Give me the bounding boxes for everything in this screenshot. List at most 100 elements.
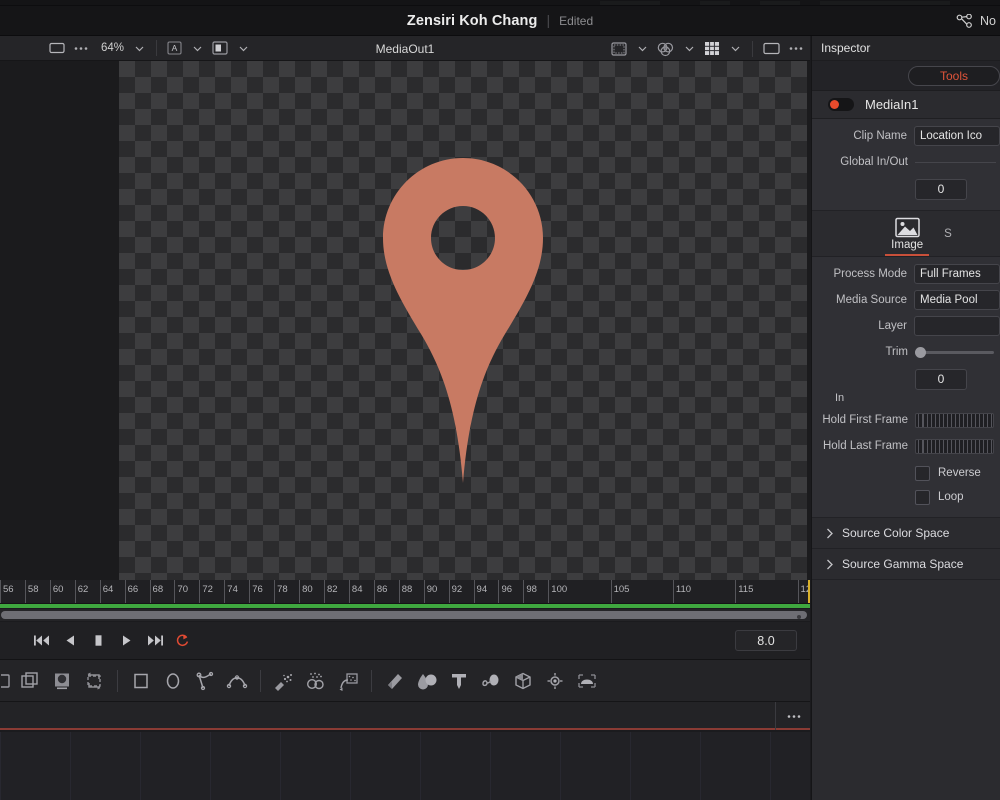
viewer-frame-icon[interactable] <box>46 38 68 58</box>
ruler-tick: 105 <box>610 580 629 603</box>
tab-tools-label: Tools <box>939 68 968 83</box>
skip-to-end-icon[interactable] <box>145 632 163 650</box>
inspector-node-row[interactable]: MediaIn1 <box>812 91 1000 119</box>
chevron-right-icon <box>826 528 834 539</box>
time-ruler[interactable]: 56 58 60 62 64 66 68 70 72 74 76 78 80 82 84 86 88 90 92 94… <box>0 580 810 604</box>
matte-control-icon[interactable] <box>46 664 78 698</box>
global-inout-range-track[interactable] <box>915 161 996 163</box>
loop-icon[interactable] <box>173 632 191 650</box>
grid-chevron-down-icon[interactable] <box>725 39 745 59</box>
rectangle-mask-icon[interactable] <box>125 664 157 698</box>
clip-name-row: Clip Name Location Ico <box>812 125 1000 147</box>
transport-controls: 8.0 <box>0 622 810 660</box>
stop-icon[interactable] <box>89 632 107 650</box>
timeline-horizontal-scrollbar[interactable] <box>0 609 810 621</box>
scrollbar-thumb[interactable] <box>1 611 807 619</box>
ruler-end-marker[interactable] <box>808 580 810 603</box>
color-corrector-icon[interactable] <box>411 664 443 698</box>
viewer-toolbar: 64% A MediaOut1 <box>0 36 810 61</box>
channel-selector-icon[interactable]: A <box>164 38 185 58</box>
current-time-field[interactable]: 8.0 <box>735 630 797 651</box>
tab-settings[interactable]: S <box>944 228 952 256</box>
lut-chevron-down-icon[interactable] <box>233 38 253 58</box>
clip-name-field[interactable]: Location Ico <box>914 126 1000 146</box>
viewer-overflow-menu-icon[interactable] <box>70 38 92 58</box>
ruler-tick-label: 92 <box>451 584 463 595</box>
fusion-tools-strip <box>0 660 810 702</box>
clip-name-label: Clip Name <box>853 130 907 142</box>
transform-icon[interactable] <box>78 664 110 698</box>
shape3d-icon[interactable] <box>507 664 539 698</box>
process-mode-dropdown[interactable]: Full Frames <box>914 264 1000 284</box>
renderer3d-icon[interactable] <box>571 664 603 698</box>
media-source-dropdown[interactable]: Media Pool <box>914 290 1000 310</box>
loop-checkbox[interactable] <box>915 489 930 505</box>
trim-in-field[interactable]: 0 <box>915 368 967 390</box>
global-inout-row: Global In/Out <box>812 151 1000 173</box>
particle-emitter-icon[interactable] <box>300 664 332 698</box>
trim-slider[interactable] <box>915 346 994 358</box>
ruler-tick-label: 98 <box>526 584 537 595</box>
section-source-color-space[interactable]: Source Color Space <box>812 518 1000 549</box>
bspline-mask-icon[interactable] <box>221 664 253 698</box>
grid-icon[interactable] <box>701 39 723 59</box>
viewer-frame-icon-right[interactable] <box>760 39 783 59</box>
inspector-header: Inspector <box>812 36 1000 61</box>
nodes-icon[interactable] <box>956 13 973 29</box>
ruler-tick: 110 <box>672 580 691 603</box>
ruler-tick: 58 <box>24 580 39 603</box>
viewer-overflow-menu-icon-right[interactable] <box>785 39 807 59</box>
ellipse-mask-icon[interactable] <box>157 664 189 698</box>
ruler-tick: 62 <box>74 580 88 603</box>
tab-tools[interactable]: Tools <box>908 65 1000 86</box>
ruler-tick-label: 70 <box>177 584 189 595</box>
colorwheels-chevron-down-icon[interactable] <box>679 39 699 59</box>
viewer-lut-icon[interactable] <box>209 38 231 58</box>
subview-chevron-down-icon[interactable] <box>632 39 652 59</box>
ruler-tick: 82 <box>324 580 338 603</box>
media-source-label: Media Source <box>836 294 907 306</box>
light-icon[interactable] <box>539 664 571 698</box>
toolbar-divider <box>156 40 158 56</box>
fusion-page: Zensiri Koh Chang | Edited No 64% A Medi… <box>0 0 1000 800</box>
node-graph-overflow-menu-icon[interactable] <box>775 702 802 730</box>
merge-icon[interactable] <box>14 664 46 698</box>
skip-to-start-icon[interactable] <box>33 632 51 650</box>
node-graph-canvas[interactable] <box>0 732 810 800</box>
chevron-right-icon-2 <box>826 559 834 570</box>
reverse-row: Reverse <box>812 461 1000 485</box>
viewer-zoom-level[interactable]: 64% <box>94 42 127 54</box>
play-icon[interactable] <box>117 632 135 650</box>
viewer-area[interactable] <box>0 61 810 580</box>
ruler-tick-label: 64 <box>102 584 114 595</box>
layer-dropdown[interactable] <box>914 316 1000 336</box>
tab-image[interactable]: Image <box>880 217 934 256</box>
subview-icon[interactable] <box>608 39 630 59</box>
ruler-tick-label: 66 <box>127 584 139 595</box>
paint-icon[interactable] <box>268 664 300 698</box>
step-backward-icon[interactable] <box>61 632 79 650</box>
tracker-icon[interactable] <box>475 664 507 698</box>
hold-first-frame-thumbwheel[interactable] <box>915 412 994 428</box>
process-mode-row: Process Mode Full Frames <box>812 263 1000 285</box>
reverse-checkbox[interactable] <box>915 465 930 481</box>
channel-chevron-down-icon[interactable] <box>187 38 207 58</box>
polygon-mask-icon[interactable] <box>189 664 221 698</box>
node-enable-toggle[interactable] <box>828 98 854 111</box>
hold-last-frame-thumbwheel[interactable] <box>915 438 994 454</box>
color-wheels-icon[interactable] <box>654 39 677 59</box>
text-plus-icon[interactable] <box>443 664 475 698</box>
trim-slider-knob[interactable] <box>915 346 926 358</box>
global-in-field[interactable]: 0 <box>915 178 967 200</box>
ruler-tick: 96 <box>498 580 512 603</box>
ruler-tick: 90 <box>423 580 437 603</box>
nodes-label[interactable]: No <box>980 14 996 28</box>
tab-image-label: Image <box>891 239 924 251</box>
tool-partial-left[interactable] <box>0 664 14 698</box>
inspector-panel: Inspector Tools MediaIn1 Clip Name Locat… <box>811 36 1000 800</box>
particle-render-icon[interactable] <box>332 664 364 698</box>
viewer-zoom-chevron-down-icon[interactable] <box>129 38 149 58</box>
reverse-label: Reverse <box>938 467 981 479</box>
background-icon[interactable] <box>379 664 411 698</box>
section-source-gamma-space[interactable]: Source Gamma Space <box>812 549 1000 580</box>
